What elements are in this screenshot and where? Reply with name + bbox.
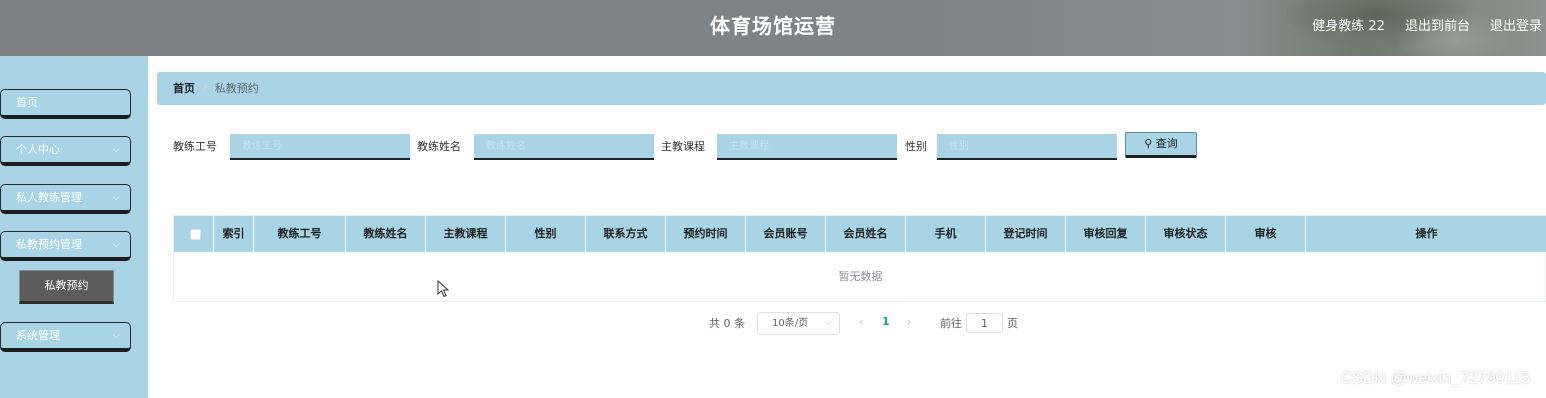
sidebar-item-coach-management[interactable]: 私人教练管理 ⌵ [0,184,131,214]
column-header-phone[interactable]: 手机 [906,216,986,252]
select-all-checkbox[interactable] [190,229,201,240]
sidebar-item-booking-management[interactable]: 私教预约管理 ⌵ [0,231,131,261]
column-header-coach-name[interactable]: 教练姓名 [346,216,426,252]
sidebar-item-system-management[interactable]: 系统管理 ⌵ [0,322,131,352]
sidebar-item-personal-center[interactable]: 个人中心 ⌵ [0,136,131,166]
goto-suffix: 页 [1007,317,1018,330]
sidebar-item-label: 私教预约管理 [16,238,82,251]
column-header-gender[interactable]: 性别 [506,216,586,252]
breadcrumb-separator: / [203,82,207,95]
search-button[interactable]: ⚲ 查询 [1125,132,1197,158]
header-actions: 健身教练 22 退出到前台 退出登录 [1312,15,1542,34]
sidebar-item-label: 私人教练管理 [16,191,82,204]
chevron-down-icon: ⌵ [112,192,120,203]
coach-name-label: 教练姓名 [417,140,461,153]
column-header-review-reply[interactable]: 审核回复 [1066,216,1146,252]
submenu-item-coach-booking[interactable]: 私教预约 [19,270,114,304]
table-empty-text: 暂无数据 [838,270,883,283]
select-all-column [174,216,214,252]
coach-id-input[interactable] [230,134,410,160]
page-number-current[interactable]: 1 [882,315,890,328]
breadcrumb: 首页 / 私教预约 [157,72,1546,105]
sidebar-item-label: 首页 [16,96,38,109]
exit-to-front-link[interactable]: 退出到前台 [1405,15,1470,34]
sidebar-item-label: 系统管理 [16,329,60,342]
course-label: 主教课程 [661,140,705,153]
chevron-down-icon: ⌵ [825,318,832,328]
chevron-down-icon: ⌵ [112,239,120,250]
mouse-pointer-icon [437,280,450,298]
column-header-contact[interactable]: 联系方式 [586,216,666,252]
page-size-value: 10条/页 [772,318,809,329]
booking-table: 索引 教练工号 教练姓名 主教课程 性别 联系方式 预约时间 会员账号 会员姓名… [173,215,1546,302]
search-button-label: 查询 [1155,137,1178,150]
breadcrumb-current: 私教预约 [214,82,259,95]
table-header: 索引 教练工号 教练姓名 主教课程 性别 联系方式 预约时间 会员账号 会员姓名… [174,216,1546,252]
prev-page-button[interactable]: ‹ [859,315,863,328]
logout-link[interactable]: 退出登录 [1490,15,1542,34]
search-icon: ⚲ [1144,137,1153,150]
chevron-down-icon: ⌵ [112,330,120,341]
main-content: 首页 / 私教预约 教练工号 教练姓名 主教课程 性别 ⚲ 查询 索引 教练工号 教… [148,56,1546,398]
column-header-member-name[interactable]: 会员姓名 [826,216,906,252]
current-user-label: 健身教练 22 [1312,19,1385,34]
goto-page-input[interactable] [966,313,1003,333]
column-header-index[interactable]: 索引 [214,216,254,252]
column-header-member-account[interactable]: 会员账号 [746,216,826,252]
next-page-button[interactable]: › [907,315,911,328]
column-header-register-time[interactable]: 登记时间 [986,216,1066,252]
sidebar: 首页 个人中心 ⌵ 私人教练管理 ⌵ 私教预约管理 ⌵ 私教预约 系统管理 ⌵ [0,56,148,398]
column-header-actions: 操作 [1415,227,1438,240]
page-size-select[interactable]: 10条/页 ⌵ [757,312,840,335]
column-header-review-status[interactable]: 审核状态 [1146,216,1226,252]
column-header-course[interactable]: 主教课程 [426,216,506,252]
gender-label: 性别 [905,140,927,153]
column-header-booking-time[interactable]: 预约时间 [666,216,746,252]
column-header-coach-id[interactable]: 教练工号 [254,216,346,252]
sidebar-item-home[interactable]: 首页 [0,89,131,119]
coach-name-input[interactable] [474,134,654,160]
pagination-total: 共 0 条 [709,317,745,330]
sidebar-item-label: 个人中心 [16,143,60,156]
chevron-down-icon: ⌵ [112,144,120,155]
gender-input[interactable] [937,134,1117,160]
breadcrumb-home[interactable]: 首页 [173,82,195,95]
coach-id-label: 教练工号 [173,140,217,153]
course-input[interactable] [717,134,897,160]
column-header-review[interactable]: 审核 [1226,216,1306,252]
watermark-text: CSDN @weixin_72790115 [1340,370,1530,387]
top-header: 体育场馆运营 健身教练 22 退出到前台 退出登录 [0,0,1546,56]
goto-label: 前往 [940,317,962,330]
